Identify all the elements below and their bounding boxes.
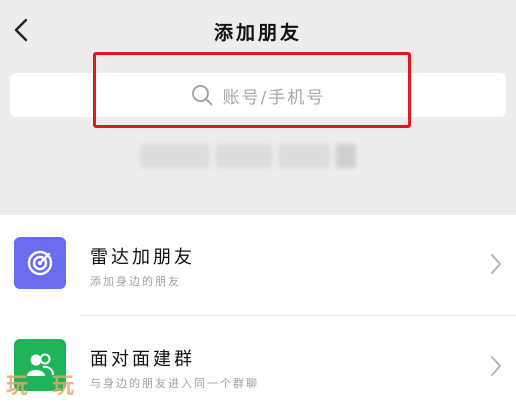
divider <box>80 315 516 316</box>
list-item-radar[interactable]: 雷达加朋友 添加身边的朋友 <box>0 215 516 316</box>
item-subtitle: 添加身边的朋友 <box>90 275 181 288</box>
item-subtitle: 与身边的朋友进入同一个群聊 <box>90 377 259 390</box>
add-friend-page: 添加朋友 账号/手机号 雷达加朋友 添加身边的朋友 面对面建群 与身边的朋友进入… <box>0 0 516 404</box>
search-icon <box>191 85 213 106</box>
search-input[interactable]: 账号/手机号 <box>10 73 506 117</box>
radar-icon <box>14 237 66 289</box>
item-title: 雷达加朋友 <box>90 247 195 268</box>
blurred-account-id <box>140 140 376 172</box>
chevron-right-icon <box>491 356 501 376</box>
search-placeholder: 账号/手机号 <box>222 87 326 108</box>
chevron-right-icon <box>491 254 501 274</box>
watermark-text: 玩玩 <box>6 374 99 399</box>
page-title: 添加朋友 <box>213 22 302 44</box>
item-title: 面对面建群 <box>90 349 195 370</box>
header: 添加朋友 <box>0 0 516 62</box>
